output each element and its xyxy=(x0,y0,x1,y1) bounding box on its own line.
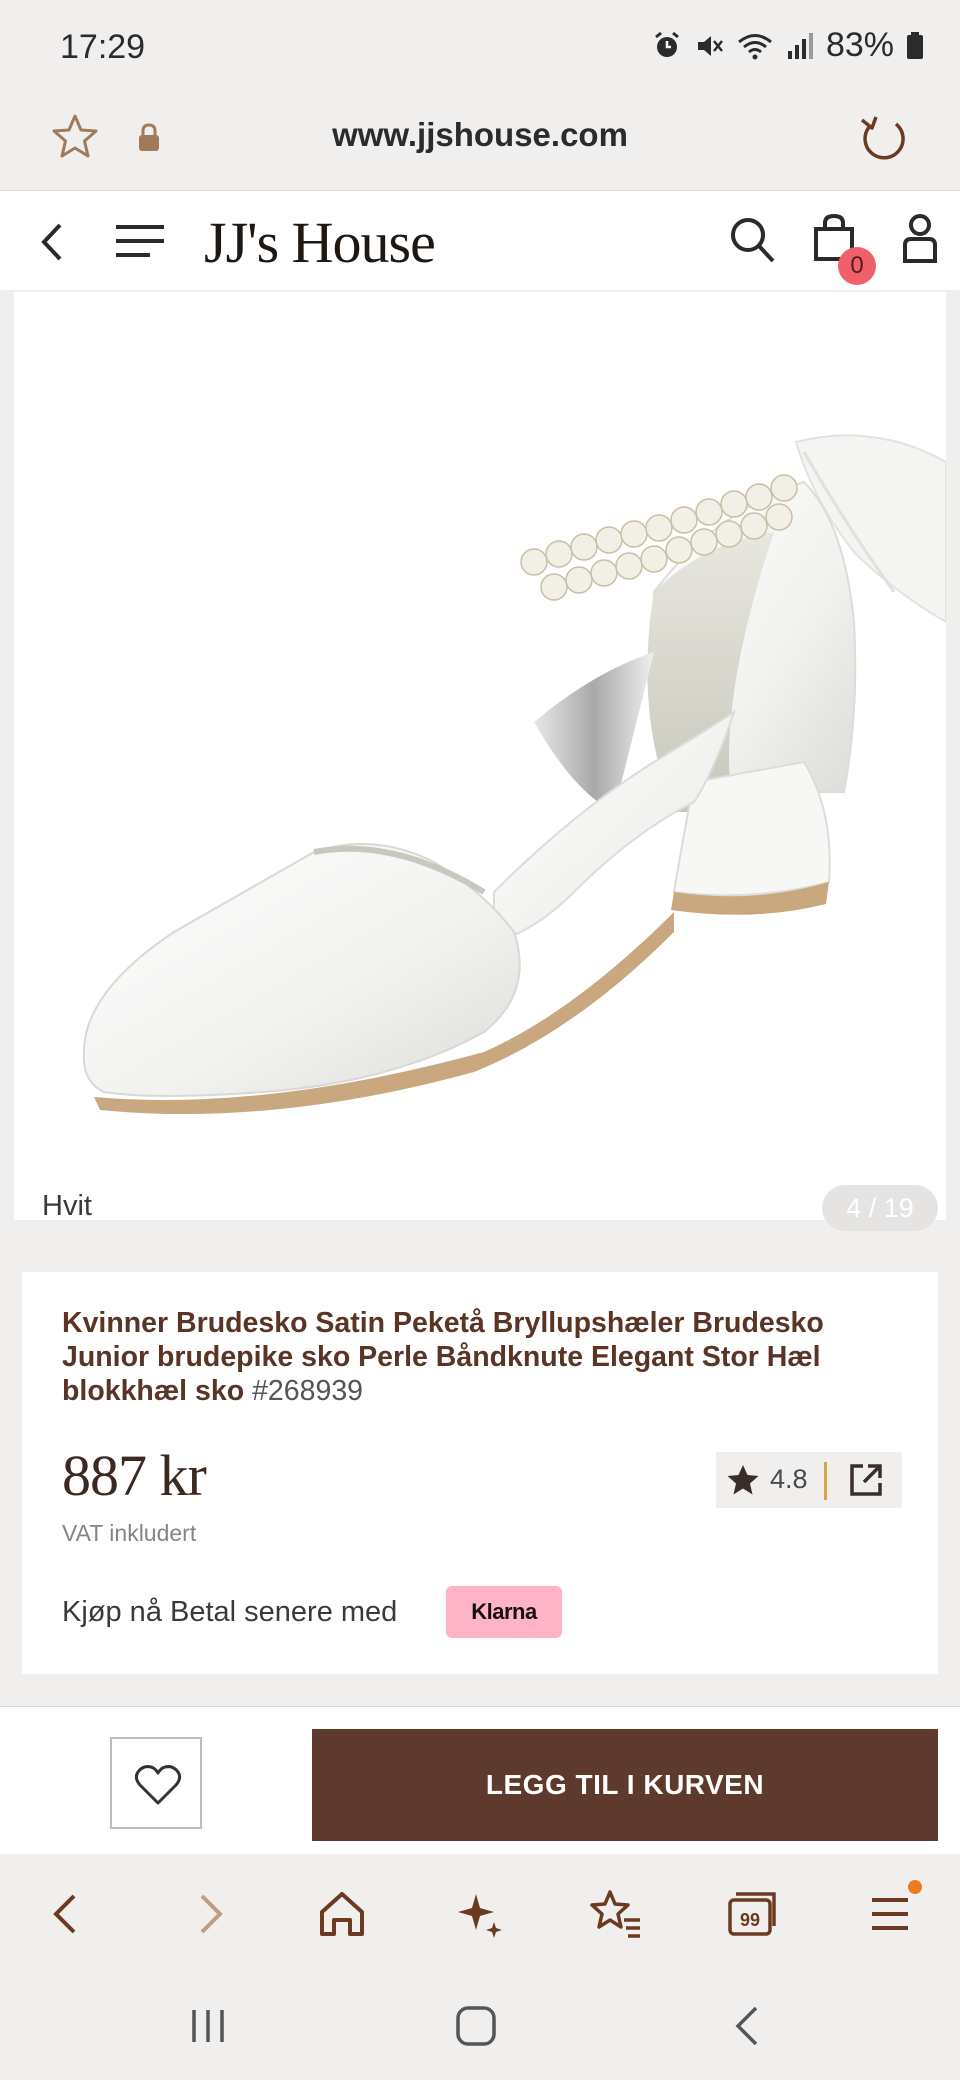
account-icon[interactable] xyxy=(902,211,938,267)
alarm-icon xyxy=(655,31,679,57)
menu-icon xyxy=(872,1898,908,1930)
vat-note: VAT inkludert xyxy=(62,1520,197,1546)
product-image[interactable]: Hvit xyxy=(14,292,946,1220)
product-title-text: Kvinner Brudesko Satin Peketå Bryllupshæ… xyxy=(62,1307,824,1407)
system-home-icon[interactable] xyxy=(454,2004,498,2048)
color-label: Hvit xyxy=(42,1190,92,1220)
star-icon xyxy=(727,1465,759,1495)
product-photo-shoe xyxy=(82,434,946,1115)
menu-button[interactable] xyxy=(862,1880,922,1942)
status-time: 17:29 xyxy=(60,28,146,66)
image-counter: 4 / 19 xyxy=(822,1185,938,1231)
browser-nav: 99 xyxy=(0,1856,960,1968)
product-info-card: Kvinner Brudesko Satin Peketå Bryllupshæ… xyxy=(22,1272,938,1674)
battery-percent: 83% xyxy=(825,26,894,64)
bookmarks-icon[interactable] xyxy=(588,1886,644,1942)
search-icon[interactable] xyxy=(728,215,778,267)
share-icon[interactable] xyxy=(848,1462,884,1498)
site-logo[interactable]: JJ's House xyxy=(204,209,436,276)
hamburger-menu-icon[interactable] xyxy=(114,221,166,261)
reload-icon[interactable] xyxy=(856,108,908,168)
battery-icon xyxy=(907,31,923,59)
system-back-icon[interactable] xyxy=(726,2004,770,2048)
cart-count-badge: 0 xyxy=(838,247,876,285)
rating-value[interactable]: 4.8 xyxy=(770,1464,808,1495)
add-to-cart-button[interactable]: LEGG TIL I KURVEN xyxy=(312,1729,938,1841)
sparkle-icon[interactable] xyxy=(452,1886,508,1942)
home-icon[interactable] xyxy=(314,1886,370,1942)
rating-share-box: 4.8 xyxy=(716,1452,902,1508)
wifi-icon xyxy=(737,33,772,59)
system-nav xyxy=(0,1968,960,2080)
rating-divider xyxy=(824,1462,827,1500)
wishlist-button[interactable] xyxy=(110,1737,202,1829)
mute-icon xyxy=(697,35,723,56)
signal-icon xyxy=(787,32,813,59)
site-header: JJ's House 0 xyxy=(0,190,960,290)
action-bar: LEGG TIL I KURVEN xyxy=(0,1706,960,1854)
klarna-text: Kjøp nå Betal senere med xyxy=(62,1596,398,1628)
klarna-badge[interactable]: Klarna xyxy=(446,1586,562,1638)
cart-button[interactable]: 0 xyxy=(812,213,876,285)
recents-icon[interactable] xyxy=(186,2004,230,2048)
url-bar[interactable]: www.jjshouse.com xyxy=(0,100,960,188)
url-text[interactable]: www.jjshouse.com xyxy=(0,116,960,154)
status-bar: 17:29 83% xyxy=(0,0,960,100)
status-icons: 83% xyxy=(652,26,924,65)
product-title: Kvinner Brudesko Satin Peketå Bryllupshæ… xyxy=(62,1306,902,1408)
back-icon[interactable] xyxy=(40,1886,96,1942)
heart-icon xyxy=(134,1765,182,1805)
product-price: 887 kr xyxy=(62,1443,207,1508)
notification-dot xyxy=(908,1880,922,1894)
svg-text:99: 99 xyxy=(740,1910,760,1930)
forward-icon[interactable] xyxy=(180,1886,236,1942)
tabs-icon[interactable]: 99 xyxy=(724,1886,780,1942)
product-sku: #268939 xyxy=(252,1375,364,1407)
back-arrow-icon[interactable] xyxy=(34,217,74,267)
